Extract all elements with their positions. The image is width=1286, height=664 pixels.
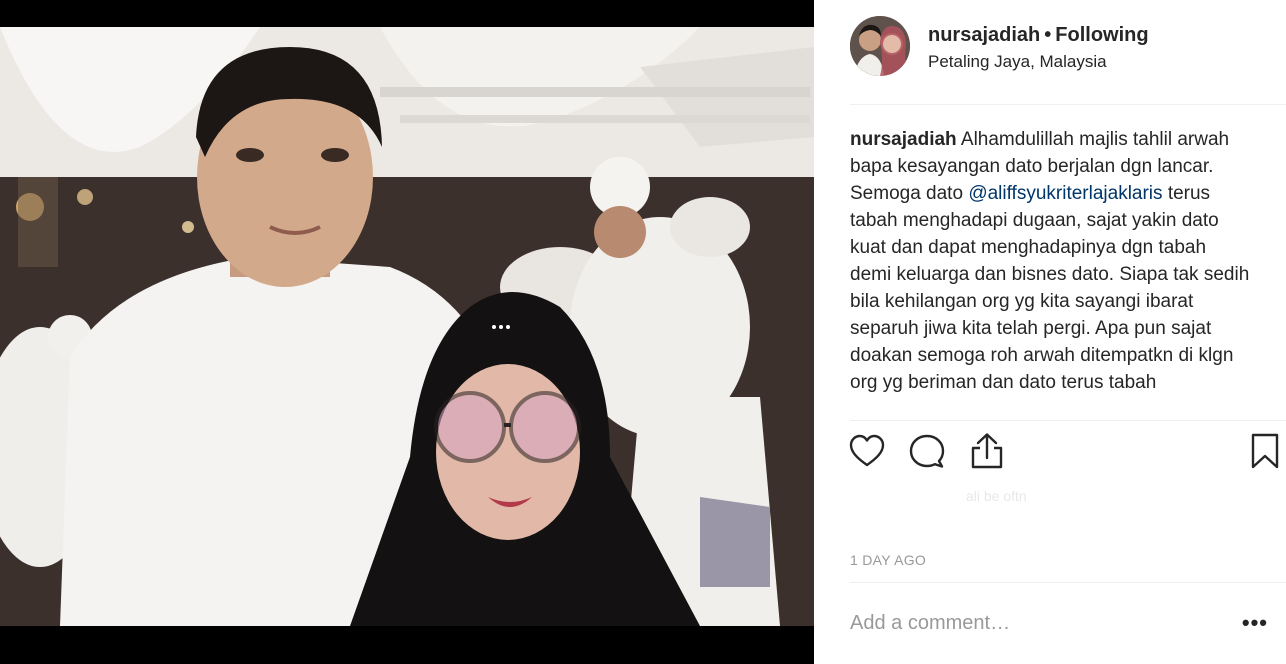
actions-divider — [850, 420, 1286, 421]
caption-username-link[interactable]: nursajadiah — [850, 129, 957, 150]
faint-likes-text: ali be oftn — [966, 488, 1027, 504]
comment-bubble-icon — [909, 433, 945, 474]
like-button[interactable] — [848, 434, 886, 472]
separator-dot: • — [1044, 24, 1052, 46]
post-caption: nursajadiah Alhamdulillah majlis tahlil … — [850, 126, 1250, 420]
photo-illustration — [0, 27, 814, 626]
post-header: nursajadiah • Following Petaling Jaya, Mal… — [850, 16, 1286, 105]
post-timestamp[interactable]: 1 DAY AGO — [850, 552, 926, 568]
comment-divider — [850, 582, 1286, 583]
follow-status-button[interactable]: Following — [1055, 24, 1148, 46]
caption-text-end: terus tabah menghadapi dugaan, sajat yak… — [850, 183, 1250, 393]
heart-icon — [849, 434, 885, 473]
more-options-button[interactable]: ••• — [1242, 610, 1268, 636]
location-link[interactable]: Petaling Jaya, Malaysia — [928, 52, 1107, 72]
save-button[interactable] — [1246, 432, 1284, 475]
comment-button[interactable] — [908, 434, 946, 472]
post-sidebar: nursajadiah • Following Petaling Jaya, Mal… — [814, 0, 1286, 664]
header-title-line: nursajadiah • Following — [928, 24, 1149, 47]
caption-mention-link[interactable]: @aliffsyukriterlajaklaris — [968, 183, 1162, 204]
comment-input[interactable] — [850, 608, 1220, 638]
share-button[interactable] — [968, 432, 1006, 475]
username-link[interactable]: nursajadiah — [928, 24, 1040, 46]
bookmark-icon — [1250, 432, 1280, 475]
avatar-image — [850, 16, 910, 76]
post-media[interactable] — [0, 0, 814, 664]
share-icon — [970, 432, 1004, 475]
avatar[interactable] — [850, 16, 910, 76]
post-photo[interactable] — [0, 27, 814, 626]
